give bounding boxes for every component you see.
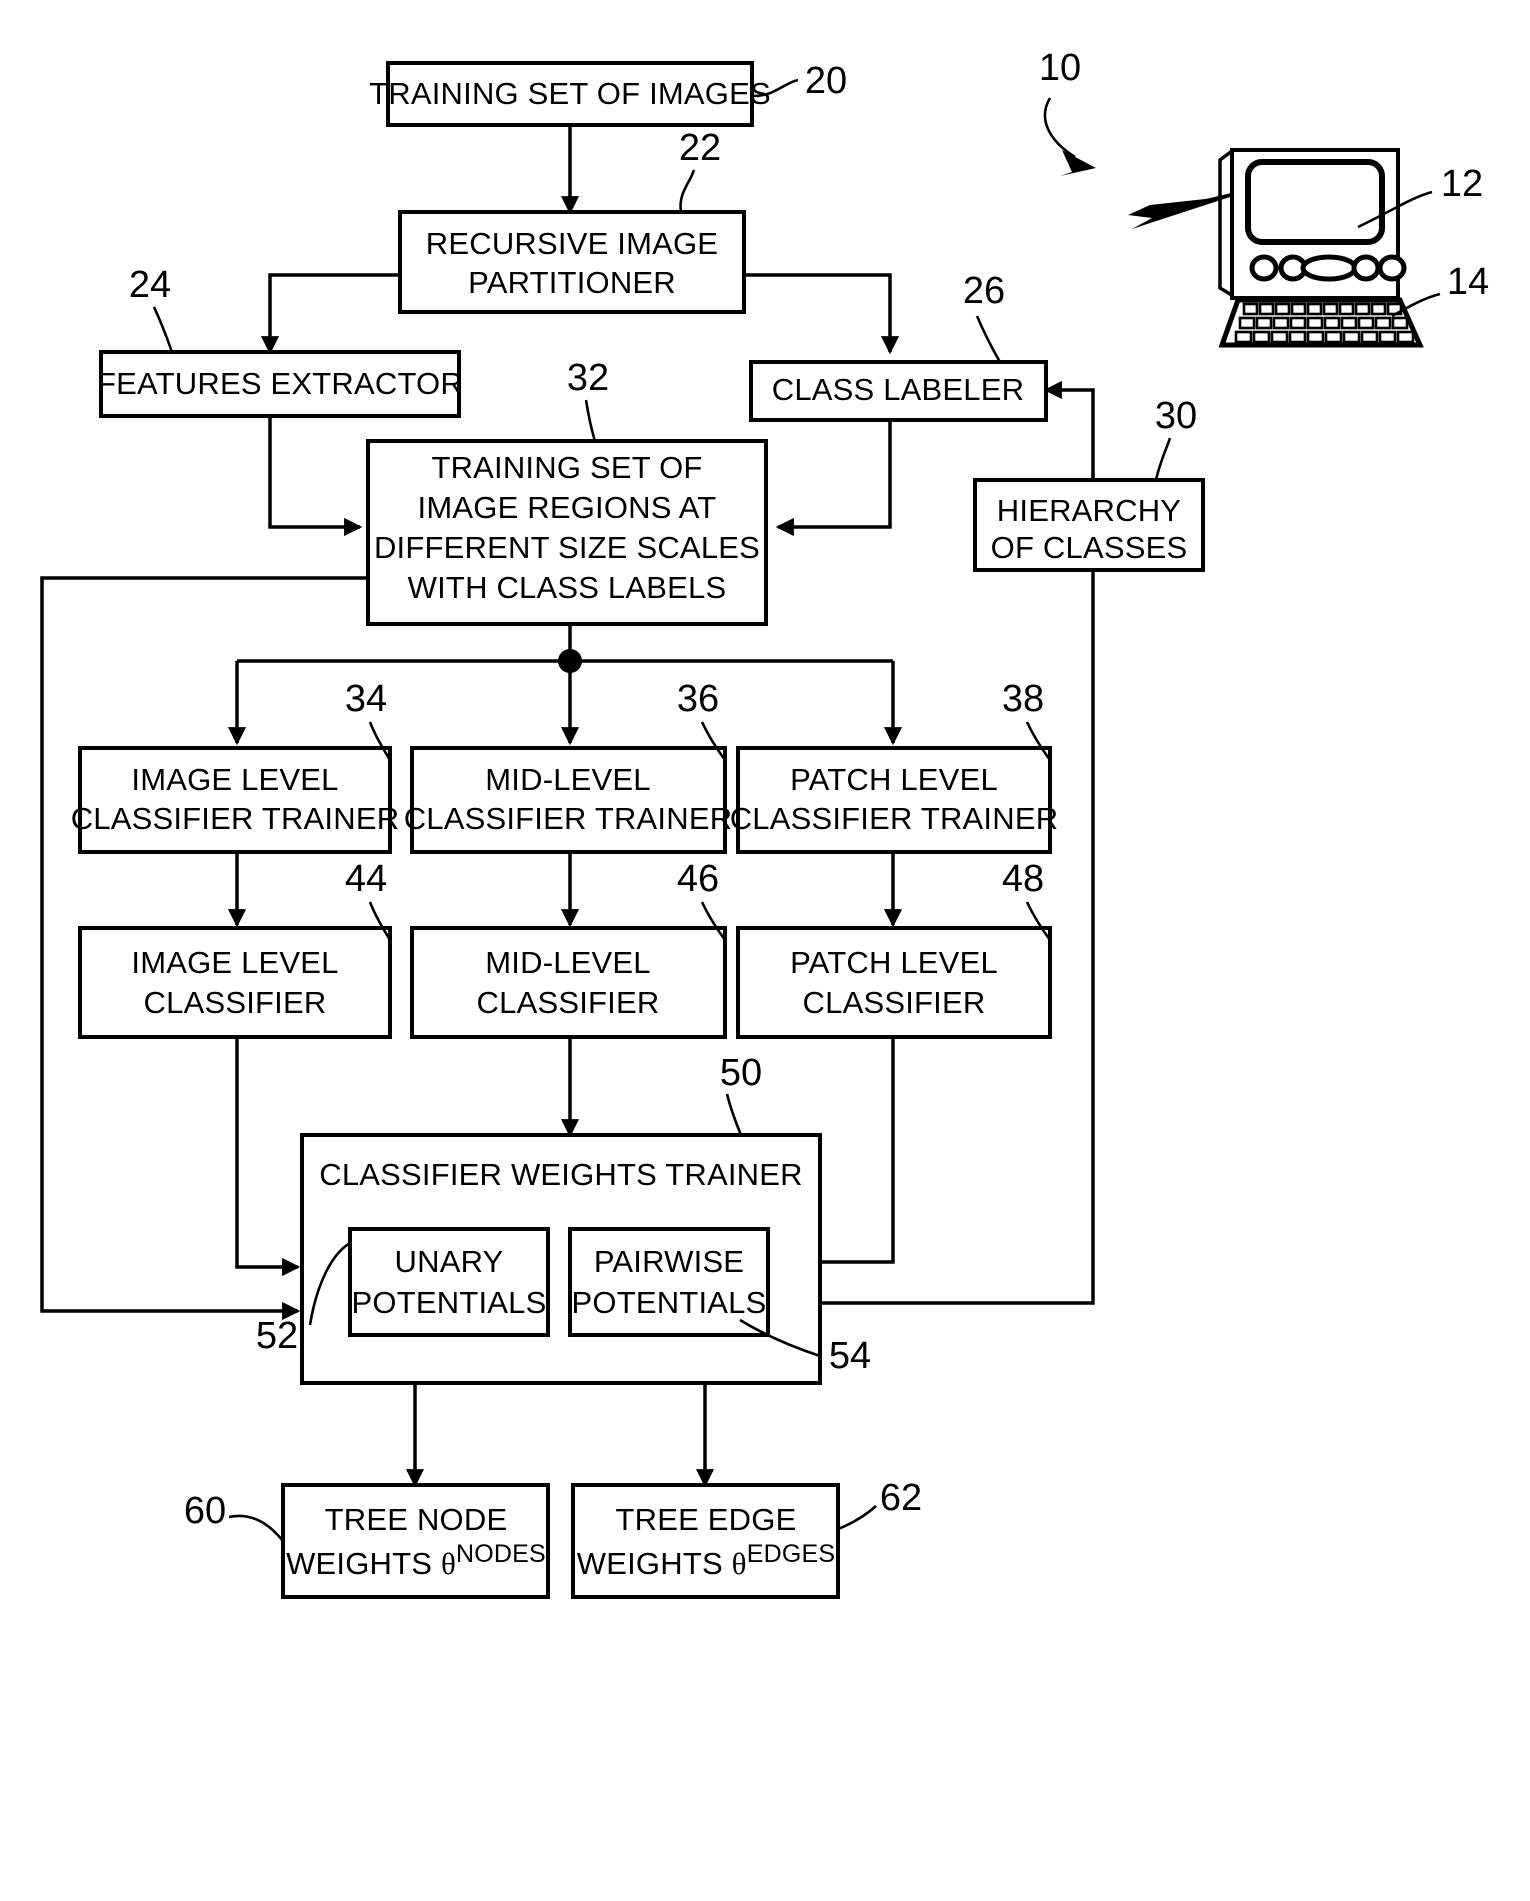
box-tree-edge-weights-line1: TREE EDGE bbox=[616, 1502, 797, 1537]
ref-label-36: 36 bbox=[677, 678, 719, 720]
box-pairwise-potentials-line2: POTENTIALS bbox=[572, 1285, 767, 1320]
box-hierarchy-of-classes-line1: HIERARCHY bbox=[997, 493, 1181, 528]
patent-figure-page: TRAINING SET OF IMAGES RECURSIVE IMAGE P… bbox=[0, 0, 1530, 1901]
ref-label-54: 54 bbox=[829, 1335, 871, 1377]
laptop-control-button-1 bbox=[1249, 254, 1279, 282]
box-hierarchy-of-classes: HIERARCHY OF CLASSES bbox=[973, 478, 1205, 572]
ref-label-60: 60 bbox=[184, 1490, 226, 1532]
box-training-set-of-image-regions: TRAINING SET OF IMAGE REGIONS AT DIFFERE… bbox=[366, 439, 768, 626]
box-unary-potentials-line1: UNARY bbox=[395, 1244, 504, 1279]
box-patch-level-classifier: PATCH LEVEL CLASSIFIER bbox=[736, 926, 1052, 1039]
ref-leader-62: 62 bbox=[837, 1477, 922, 1531]
laptop-control-button-3 bbox=[1351, 254, 1381, 282]
laptop-display bbox=[1245, 159, 1385, 245]
box-pairwise-potentials-line1: PAIRWISE bbox=[594, 1244, 744, 1279]
laptop-control-button-wide bbox=[1300, 254, 1358, 282]
ref-label-30: 30 bbox=[1155, 395, 1197, 437]
diagram-canvas: TRAINING SET OF IMAGES RECURSIVE IMAGE P… bbox=[40, 47, 1489, 1599]
tree-edge-weights-theta: θ bbox=[732, 1546, 747, 1581]
box-pairwise-potentials: PAIRWISE POTENTIALS bbox=[568, 1227, 770, 1337]
box-mid-level-trainer-line2: CLASSIFIER TRAINER bbox=[404, 801, 733, 836]
box-hierarchy-of-classes-line2: OF CLASSES bbox=[991, 530, 1188, 565]
laptop-control-button-4 bbox=[1377, 254, 1407, 282]
ref-label-24: 24 bbox=[129, 264, 171, 306]
box-recursive-image-partitioner-line2: PARTITIONER bbox=[468, 265, 676, 300]
box-tree-node-weights-line1: TREE NODE bbox=[325, 1502, 508, 1537]
box-training-regions-line1: TRAINING SET OF bbox=[431, 450, 702, 485]
ref-label-12: 12 bbox=[1441, 163, 1483, 205]
box-mid-level-classifier-line1: MID-LEVEL bbox=[485, 945, 650, 980]
ref-leader-60: 60 bbox=[184, 1490, 285, 1542]
box-training-regions-line4: WITH CLASS LABELS bbox=[408, 570, 727, 605]
box-patch-level-trainer-line2: CLASSIFIER TRAINER bbox=[730, 801, 1059, 836]
box-features-extractor: FEATURES EXTRACTOR bbox=[97, 350, 463, 418]
tree-node-weights-superscript: NODES bbox=[456, 1540, 546, 1568]
laptop-pointer-arrow bbox=[1128, 196, 1233, 229]
box-unary-potentials-line2: POTENTIALS bbox=[352, 1285, 547, 1320]
ref-leader-10-system: 10 bbox=[1039, 47, 1096, 176]
box-training-regions-line2: IMAGE REGIONS AT bbox=[418, 490, 717, 525]
box-mid-level-trainer-line1: MID-LEVEL bbox=[485, 762, 650, 797]
box-tree-node-weights: TREE NODE WEIGHTS θNODES bbox=[281, 1483, 550, 1599]
box-unary-potentials: UNARY POTENTIALS bbox=[348, 1227, 550, 1337]
connector-partitioner-to-class-labeler bbox=[744, 273, 900, 355]
ref-label-52: 52 bbox=[256, 1315, 298, 1357]
tree-edge-weights-superscript: EDGES bbox=[747, 1540, 836, 1568]
box-training-set-of-images: TRAINING SET OF IMAGES bbox=[369, 61, 771, 127]
box-mid-level-classifier-trainer: MID-LEVEL CLASSIFIER TRAINER bbox=[404, 746, 733, 854]
ref-label-34: 34 bbox=[345, 678, 387, 720]
box-mid-level-classifier: MID-LEVEL CLASSIFIER bbox=[410, 926, 727, 1039]
box-patch-level-classifier-line1: PATCH LEVEL bbox=[790, 945, 998, 980]
box-class-labeler-label: CLASS LABELER bbox=[772, 372, 1024, 407]
box-image-level-classifier-trainer: IMAGE LEVEL CLASSIFIER TRAINER bbox=[71, 746, 400, 854]
ref-leader-22: 22 bbox=[679, 127, 721, 213]
box-recursive-image-partitioner-line1: RECURSIVE IMAGE bbox=[426, 226, 718, 261]
box-training-set-of-images-label: TRAINING SET OF IMAGES bbox=[369, 76, 771, 111]
ref-leader-26: 26 bbox=[963, 270, 1005, 363]
box-image-level-trainer-line2: CLASSIFIER TRAINER bbox=[71, 801, 400, 836]
tree-edge-weights-prefix: WEIGHTS bbox=[577, 1546, 732, 1581]
ref-label-22: 22 bbox=[679, 127, 721, 169]
box-classifier-weights-trainer-label: CLASSIFIER WEIGHTS TRAINER bbox=[319, 1157, 802, 1192]
ref-label-48: 48 bbox=[1002, 858, 1044, 900]
connector-class-labeler-to-training-regions bbox=[775, 416, 892, 537]
box-image-level-classifier-line1: IMAGE LEVEL bbox=[131, 945, 338, 980]
box-tree-edge-weights: TREE EDGE WEIGHTS θEDGES bbox=[571, 1483, 840, 1599]
ref-leader-32: 32 bbox=[567, 357, 609, 442]
ref-label-26: 26 bbox=[963, 270, 1005, 312]
system-arrowhead bbox=[1060, 150, 1096, 176]
ref-label-38: 38 bbox=[1002, 678, 1044, 720]
connector-image-classifier-to-unary bbox=[235, 1037, 301, 1277]
ref-leader-24: 24 bbox=[129, 264, 174, 353]
box-class-labeler: CLASS LABELER bbox=[749, 360, 1048, 422]
ref-label-20: 20 bbox=[805, 60, 847, 102]
box-mid-level-classifier-line2: CLASSIFIER bbox=[477, 985, 660, 1020]
box-recursive-image-partitioner: RECURSIVE IMAGE PARTITIONER bbox=[398, 210, 746, 314]
box-image-level-trainer-line1: IMAGE LEVEL bbox=[131, 762, 338, 797]
box-image-level-classifier: IMAGE LEVEL CLASSIFIER bbox=[78, 926, 392, 1039]
ref-label-44: 44 bbox=[345, 858, 387, 900]
box-patch-level-classifier-trainer: PATCH LEVEL CLASSIFIER TRAINER bbox=[730, 746, 1059, 854]
box-training-regions-line3: DIFFERENT SIZE SCALES bbox=[374, 530, 760, 565]
ref-leader-30: 30 bbox=[1154, 395, 1197, 481]
box-patch-level-trainer-line1: PATCH LEVEL bbox=[790, 762, 998, 797]
ref-leader-50: 50 bbox=[720, 1052, 762, 1136]
box-patch-level-classifier-line2: CLASSIFIER bbox=[803, 985, 986, 1020]
connector-training-regions-to-bus bbox=[227, 624, 903, 746]
ref-label-14: 14 bbox=[1447, 261, 1489, 303]
laptop-computer-illustration: 12 14 bbox=[1128, 148, 1489, 348]
box-features-extractor-label: FEATURES EXTRACTOR bbox=[97, 366, 463, 401]
ref-label-10: 10 bbox=[1039, 47, 1081, 89]
ref-label-46: 46 bbox=[677, 858, 719, 900]
connector-partitioner-to-features-extractor bbox=[260, 273, 400, 355]
tree-node-weights-prefix: WEIGHTS bbox=[286, 1546, 441, 1581]
ref-label-32: 32 bbox=[567, 357, 609, 399]
connector-hierarchy-to-class-labeler bbox=[1043, 380, 1095, 480]
ref-label-50: 50 bbox=[720, 1052, 762, 1094]
box-image-level-classifier-line2: CLASSIFIER bbox=[144, 985, 327, 1020]
tree-node-weights-theta: θ bbox=[441, 1546, 456, 1581]
connector-features-extractor-to-training-regions bbox=[268, 416, 363, 537]
ref-label-62: 62 bbox=[880, 1477, 922, 1519]
